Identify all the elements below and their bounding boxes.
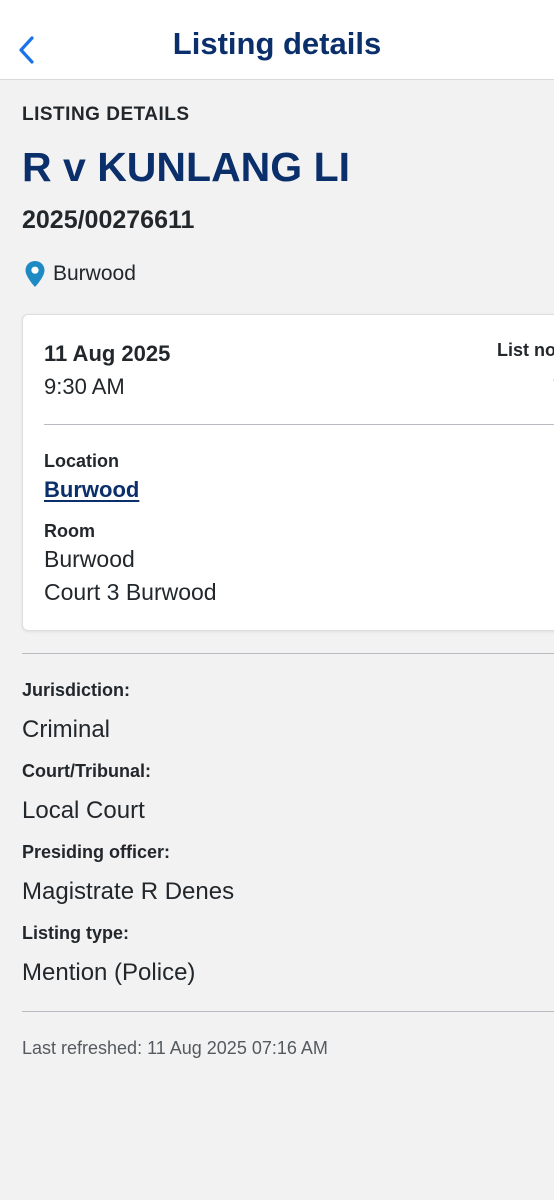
map-pin-icon (25, 261, 45, 287)
jurisdiction-value: Criminal (22, 716, 111, 743)
room-line: Court 3 Burwood (44, 579, 217, 605)
section-label: LISTING DETAILS (22, 104, 190, 125)
section-divider (22, 1011, 554, 1012)
top-navigation-bar: Listing details (0, 0, 554, 80)
location-label: Location (44, 451, 119, 471)
card-divider (44, 424, 554, 425)
location-link[interactable]: Burwood (44, 477, 139, 503)
last-refreshed-text: Last refreshed: 11 Aug 2025 07:16 AM (22, 1038, 328, 1058)
court-label: Court/Tribunal: (22, 761, 151, 781)
listing-type-label: Listing type: (22, 923, 129, 943)
hearing-time: 9:30 AM (44, 374, 125, 399)
case-title: R v KUNLANG LI (22, 144, 350, 190)
presiding-officer-label: Presiding officer: (22, 842, 171, 862)
listing-type-value: Mention (Police) (22, 959, 196, 986)
location-summary-text: Burwood (53, 262, 136, 285)
hearing-date: 11 Aug 2025 (44, 341, 171, 366)
presiding-officer-value: Magistrate R Denes (22, 878, 235, 905)
hearing-card: 11 Aug 2025 9:30 AM List no. - Location … (22, 314, 554, 631)
jurisdiction-label: Jurisdiction: (22, 680, 131, 700)
room-label: Room (44, 521, 95, 541)
case-number: 2025/00276611 (22, 206, 195, 234)
list-number-label: List no. (497, 340, 554, 360)
location-summary: Burwood (24, 260, 136, 288)
page-title: Listing details (172, 26, 382, 61)
court-value: Local Court (22, 797, 145, 824)
section-divider (22, 653, 554, 654)
room-line: Burwood (44, 546, 135, 572)
